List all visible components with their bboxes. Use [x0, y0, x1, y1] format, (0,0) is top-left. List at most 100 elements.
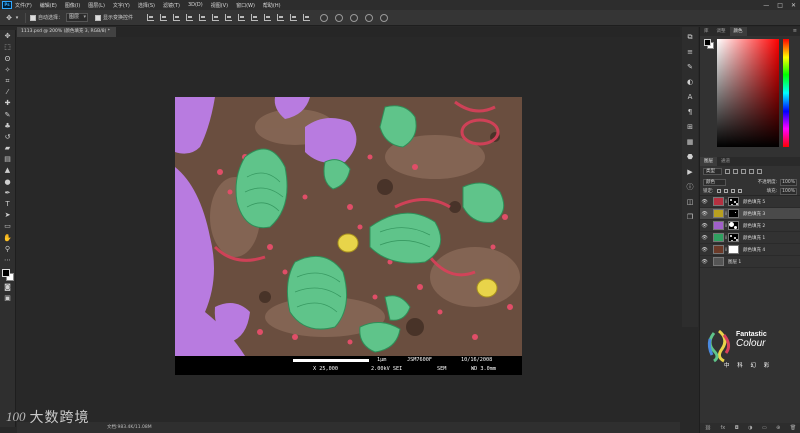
menu-view[interactable]: 视图(V) — [211, 2, 228, 9]
adjustments-icon[interactable]: ◐ — [685, 77, 695, 87]
tab-color[interactable]: 颜色 — [729, 27, 747, 36]
move-tool-icon[interactable]: ✥ — [2, 31, 14, 41]
auto-select-checkbox[interactable] — [30, 14, 36, 21]
libraries-icon[interactable]: ❐ — [685, 212, 695, 222]
minimize-button[interactable]: — — [763, 2, 769, 9]
auto-select-target-dropdown[interactable]: 图层 — [66, 13, 89, 22]
eraser-tool-icon[interactable]: ▰ — [2, 143, 14, 153]
3d-scale-icon[interactable] — [380, 13, 389, 22]
pen-tool-icon[interactable]: ✒ — [2, 188, 14, 198]
navigator-icon[interactable]: ◫ — [685, 197, 695, 207]
history-brush-tool-icon[interactable]: ↺ — [2, 132, 14, 142]
layer-row[interactable]: 👁 8 颜色填充 1 — [700, 232, 800, 244]
layer-mask-thumbnail[interactable] — [728, 233, 739, 242]
3d-slide-icon[interactable] — [365, 13, 374, 22]
filter-pixel-icon[interactable] — [725, 169, 730, 174]
layer-thumbnail[interactable] — [713, 245, 724, 254]
foreground-color-swatch[interactable] — [704, 39, 711, 46]
paragraph-icon[interactable]: ¶ — [685, 107, 695, 117]
layer-mask-thumbnail[interactable] — [728, 197, 739, 206]
blur-tool-icon[interactable]: ▲ — [2, 165, 14, 175]
layer-mask-thumbnail[interactable] — [728, 209, 739, 218]
distribute-bottom-icon[interactable] — [251, 14, 259, 21]
lock-position-icon[interactable] — [730, 189, 735, 193]
align-vcenter-icon[interactable] — [160, 14, 168, 21]
layer-mask-thumbnail[interactable] — [728, 245, 739, 254]
marquee-tool-icon[interactable]: ⬚ — [2, 42, 14, 52]
align-right-icon[interactable] — [212, 14, 220, 21]
link-layers-icon[interactable]: ⛓ — [705, 425, 711, 431]
maximize-button[interactable]: □ — [777, 2, 783, 9]
align-hcenter-icon[interactable] — [199, 14, 207, 21]
new-group-icon[interactable]: ▭ — [762, 425, 767, 431]
menu-window[interactable]: 窗口(W) — [236, 2, 255, 9]
gradient-tool-icon[interactable]: ▤ — [2, 154, 14, 164]
align-left-icon[interactable] — [186, 14, 194, 21]
visibility-eye-icon[interactable]: 👁 — [700, 199, 709, 205]
visibility-eye-icon[interactable]: 👁 — [700, 259, 709, 265]
auto-align-icon[interactable] — [303, 14, 311, 21]
color-picker-field[interactable] — [717, 39, 779, 147]
sem-image[interactable]: 1μm JSM7600F 10/16/2008 X 25,000 2.00kV … — [175, 97, 522, 375]
type-tool-icon[interactable]: T — [2, 199, 14, 209]
layer-row[interactable]: 👁 8 颜色填充 5 — [700, 196, 800, 208]
hue-slider[interactable] — [783, 39, 789, 147]
add-mask-icon[interactable]: ◘ — [735, 425, 739, 431]
distribute-top-icon[interactable] — [225, 14, 233, 21]
chevron-down-icon[interactable]: ▾ — [13, 14, 21, 22]
menu-type[interactable]: 文字(Y) — [113, 2, 130, 9]
tab-adjustments[interactable]: 调整 — [713, 27, 730, 36]
dodge-tool-icon[interactable]: ● — [2, 177, 14, 187]
lock-all-icon[interactable] — [737, 189, 742, 193]
glyphs-icon[interactable]: ⊞ — [685, 122, 695, 132]
distribute-left-icon[interactable] — [264, 14, 272, 21]
hand-tool-icon[interactable]: ✋ — [2, 233, 14, 243]
menu-help[interactable]: 帮助(H) — [263, 2, 281, 9]
path-selection-tool-icon[interactable]: ➤ — [2, 210, 14, 220]
close-button[interactable]: ✕ — [791, 2, 796, 9]
visibility-eye-icon[interactable]: 👁 — [700, 247, 709, 253]
lasso-tool-icon[interactable]: ʘ — [2, 54, 14, 64]
tab-channels[interactable]: 通道 — [717, 157, 734, 166]
zoom-tool-icon[interactable]: ⚲ — [2, 244, 14, 254]
screen-mode-icon[interactable]: ▣ — [2, 293, 14, 303]
menu-image[interactable]: 图像(I) — [65, 2, 80, 9]
filter-shape-icon[interactable] — [749, 169, 754, 174]
3d-roll-icon[interactable] — [335, 13, 344, 22]
canvas-area[interactable]: 1μm JSM7600F 10/16/2008 X 25,000 2.00kV … — [17, 37, 680, 422]
layer-row[interactable]: 👁 8 颜色填充 3 — [700, 208, 800, 220]
brush-settings-icon[interactable]: ✎ — [685, 62, 695, 72]
menu-3d[interactable]: 3D(D) — [188, 2, 203, 8]
layer-thumbnail[interactable] — [713, 233, 724, 242]
tab-layers[interactable]: 图层 — [700, 157, 717, 166]
brush-tool-icon[interactable]: ✎ — [2, 110, 14, 120]
visibility-eye-icon[interactable]: 👁 — [700, 211, 709, 217]
layer-thumbnail[interactable] — [713, 257, 724, 266]
character-icon[interactable]: A — [685, 92, 695, 102]
lock-transparent-icon[interactable] — [716, 189, 721, 193]
healing-brush-tool-icon[interactable]: ✚ — [2, 98, 14, 108]
3d-rotate-icon[interactable] — [320, 13, 329, 22]
new-layer-icon[interactable]: ⊕ — [776, 425, 780, 431]
layer-row[interactable]: 👁 8 颜色填充 4 — [700, 244, 800, 256]
layer-filter-dropdown[interactable]: 类型 — [703, 168, 722, 175]
opacity-input[interactable]: 100% — [780, 178, 797, 186]
info-icon[interactable]: ⓘ — [685, 182, 695, 192]
distribute-vcenter-icon[interactable] — [238, 14, 246, 21]
transform-controls-checkbox[interactable] — [95, 14, 102, 21]
layer-row[interactable]: 👁 图层 1 — [700, 256, 800, 268]
filter-smart-object-icon[interactable] — [757, 169, 762, 174]
history-icon[interactable]: ⧉ — [685, 32, 695, 42]
styles-icon[interactable]: ⬣ — [685, 152, 695, 162]
clone-stamp-tool-icon[interactable]: ♣ — [2, 121, 14, 131]
menu-file[interactable]: 文件(F) — [15, 2, 32, 9]
visibility-eye-icon[interactable]: 👁 — [700, 223, 709, 229]
adjustment-layer-icon[interactable]: ◑ — [748, 425, 752, 431]
menu-layer[interactable]: 图层(L) — [88, 2, 105, 9]
layer-row[interactable]: 👁 8 颜色填充 2 — [700, 220, 800, 232]
lock-image-icon[interactable] — [723, 189, 728, 193]
layer-thumbnail[interactable] — [713, 209, 724, 218]
visibility-eye-icon[interactable]: 👁 — [700, 235, 709, 241]
tab-libraries[interactable]: 库 — [700, 27, 713, 36]
move-tool-icon[interactable]: ✥ — [5, 14, 13, 22]
